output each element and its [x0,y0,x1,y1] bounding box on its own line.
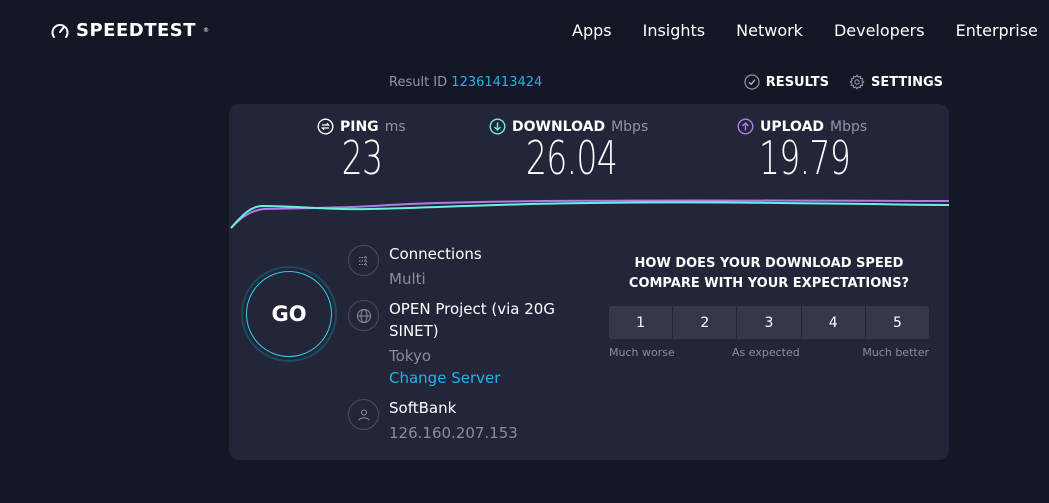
go-button[interactable]: GO [246,271,332,357]
settings-button[interactable]: SETTINGS [849,74,943,90]
upload-arrow-icon [737,118,754,135]
logo-text: SPEEDTEST [76,20,197,41]
connections-label: Connections [389,245,482,263]
globe-icon [356,308,371,323]
results-button[interactable]: RESULTS [744,74,829,90]
rating-label-high: Much better [862,346,929,359]
user-icon-wrap [348,399,379,430]
isp-name: SoftBank [389,399,457,417]
rating-label-low: Much worse [609,346,675,359]
nav-apps[interactable]: Apps [572,21,612,40]
upload-value: 19.79 [758,131,851,185]
nav-network[interactable]: Network [736,21,803,40]
rating-scale: 1 2 3 4 5 [609,306,929,339]
nav-enterprise[interactable]: Enterprise [956,21,1038,40]
download-metric: DOWNLOAD Mbps 26.04 [489,118,654,183]
server-host-name: OPEN Project (via 20G SINET) [389,300,555,340]
result-id: Result ID 12361413424 [389,75,542,90]
user-icon [358,409,369,421]
download-arrow-icon [489,118,506,135]
gauge-icon [51,23,69,38]
main-nav: Apps Insights Network Developers Enterpr… [572,21,1049,40]
result-id-link[interactable]: 12361413424 [451,75,542,90]
connections-icon-wrap[interactable] [348,245,379,276]
download-value: 26.04 [525,131,618,185]
ping-metric: PING ms 23 [317,118,407,183]
upload-metric: UPLOAD Mbps 19.79 [737,118,872,183]
server-location: Tokyo [389,347,431,365]
result-actions: RESULTS SETTINGS [744,74,943,90]
rating-1-button[interactable]: 1 [609,306,673,339]
survey-question: HOW DOES YOUR DOWNLOAD SPEED COMPARE WIT… [628,256,910,291]
trademark: ® [203,27,210,34]
settings-label: SETTINGS [870,74,943,90]
connections-value[interactable]: Multi [389,270,426,288]
change-server-link[interactable]: Change Server [389,369,500,387]
ip-address: 126.160.207.153 [389,424,518,442]
go-button-wrap: GO [241,266,337,362]
rating-2-button[interactable]: 2 [673,306,737,339]
download-graph-line [230,201,949,229]
rating-4-button[interactable]: 4 [801,306,865,339]
nav-insights[interactable]: Insights [643,21,706,40]
globe-icon-wrap [348,300,379,331]
result-id-label: Result ID [389,75,448,90]
rating-5-button[interactable]: 5 [865,306,929,339]
rating-label-mid: As expected [732,346,800,359]
speed-graph [230,199,949,229]
ping-value: 23 [341,131,383,185]
check-circle-icon [744,74,760,90]
nav-developers[interactable]: Developers [834,21,925,40]
connections-icon [358,255,368,266]
gear-icon [849,74,865,90]
rating-3-button[interactable]: 3 [737,306,801,339]
speedtest-logo[interactable]: SPEEDTEST ® [50,20,209,41]
result-panel: PING ms 23 DOWNLOAD Mbps 26.04 UPLOAD Mb… [229,104,949,460]
results-label: RESULTS [765,74,829,90]
